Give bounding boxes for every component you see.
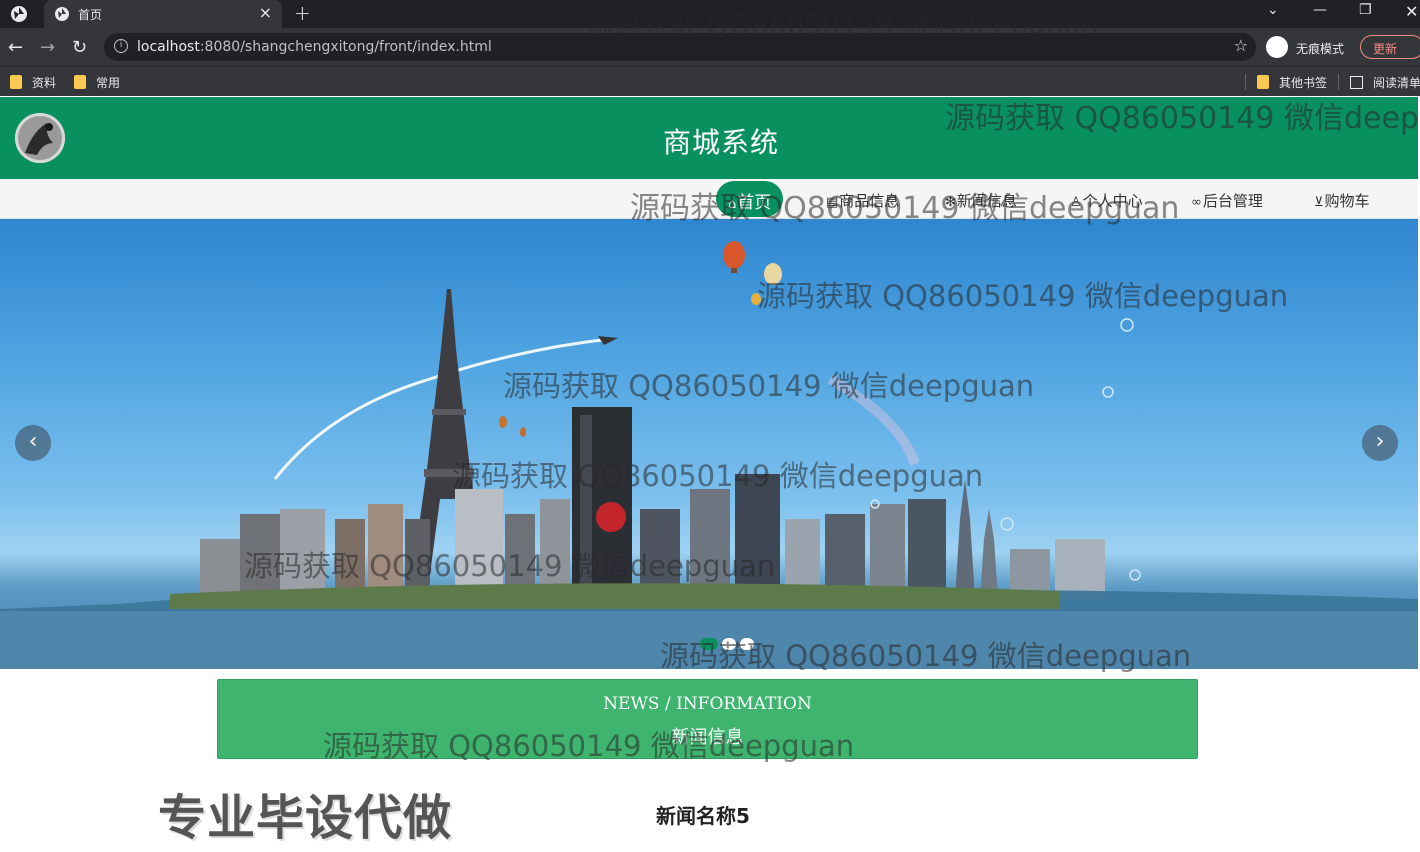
nav-cart[interactable]: ⊻购物车 xyxy=(1314,190,1370,211)
browser-tab-strip: 首页 × + ⌄ — ❐ ✕ xyxy=(0,0,1420,28)
window-close-icon[interactable]: ✕ xyxy=(1405,2,1418,21)
tab-search-icon[interactable]: ⌄ xyxy=(1267,2,1279,18)
news-section-header: NEWS / INFORMATION 新闻信息 xyxy=(217,679,1198,759)
carousel-dot[interactable] xyxy=(700,638,718,650)
browser-logo-icon xyxy=(11,6,27,22)
carousel-dot[interactable] xyxy=(722,638,736,650)
news-heading-cn: 新闻信息 xyxy=(671,727,744,748)
nav-profile[interactable]: ♙个人中心 xyxy=(1070,190,1143,211)
folder-icon xyxy=(1257,75,1269,89)
news-heading-en: NEWS / INFORMATION xyxy=(603,694,812,714)
main-nav: ⌂首页 ▤商品信息 ✻新闻信息 ♙个人中心 ∞后台管理 ⊻购物车 xyxy=(0,179,1418,219)
nav-admin[interactable]: ∞后台管理 xyxy=(1191,190,1263,211)
minimize-icon[interactable]: — xyxy=(1313,2,1327,18)
news-item-title[interactable]: 新闻名称5 xyxy=(656,800,750,829)
incognito-label: 无痕模式 xyxy=(1296,42,1345,56)
news-icon: ✻ xyxy=(945,195,956,210)
tab-title: 首页 xyxy=(78,8,103,22)
nav-home[interactable]: ⌂首页 xyxy=(716,181,784,217)
carousel-prev-arrow-icon[interactable]: ‹ xyxy=(15,425,51,461)
user-icon: ♙ xyxy=(1070,195,1082,210)
update-button[interactable]: 更新 xyxy=(1360,35,1420,59)
browser-toolbar: ← → ↻ i localhost:8080/shangchengxitong/… xyxy=(0,28,1420,66)
carousel-next-arrow-icon[interactable]: › xyxy=(1362,425,1398,461)
site-info-icon[interactable]: i xyxy=(114,39,128,53)
folder-icon xyxy=(74,75,86,89)
carousel-dot[interactable] xyxy=(740,638,754,650)
tab-close-icon[interactable]: × xyxy=(259,3,272,22)
reading-list[interactable]: 阅读清单 xyxy=(1350,74,1420,90)
bookmarks-bar: 资料 常用 其他书签 阅读清单 xyxy=(0,66,1420,96)
bookmark-separator xyxy=(1245,74,1246,90)
bookmark-folder-2[interactable]: 常用 xyxy=(74,74,120,90)
promo-overlay-text: 专业毕设代做 xyxy=(158,790,453,846)
tab-favicon-icon xyxy=(55,7,69,21)
reload-icon[interactable]: ↻ xyxy=(72,37,87,58)
folder-icon xyxy=(10,75,22,89)
new-tab-icon[interactable]: + xyxy=(294,1,311,25)
back-icon[interactable]: ← xyxy=(8,37,23,58)
reading-list-icon xyxy=(1350,76,1363,89)
site-title: 商城系统 xyxy=(662,126,779,159)
bookmark-separator xyxy=(1338,74,1339,90)
goods-icon: ▤ xyxy=(826,195,839,210)
nav-goods[interactable]: ▤商品信息 xyxy=(826,190,899,211)
carousel-indicators xyxy=(700,635,758,650)
bookmark-folder-1[interactable]: 资料 xyxy=(10,74,56,90)
forward-icon[interactable]: → xyxy=(40,37,55,58)
link-icon: ∞ xyxy=(1191,195,1202,210)
bookmark-star-icon[interactable]: ☆ xyxy=(1234,36,1248,55)
active-tab[interactable]: 首页 × xyxy=(44,0,282,28)
incognito-icon xyxy=(1266,36,1288,58)
screen: 首页 × + ⌄ — ❐ ✕ ← → ↻ i localhost:8080/sh… xyxy=(0,0,1420,852)
url-text: localhost:8080/shangchengxitong/front/in… xyxy=(137,39,492,55)
cart-icon: ⊻ xyxy=(1314,195,1324,210)
home-icon: ⌂ xyxy=(728,197,737,212)
other-bookmarks[interactable]: 其他书签 xyxy=(1257,74,1327,90)
site-header: 商城系统 xyxy=(0,97,1418,179)
restore-icon[interactable]: ❐ xyxy=(1359,2,1372,18)
carousel-image xyxy=(0,241,1418,669)
nav-news[interactable]: ✻新闻信息 xyxy=(945,190,1017,211)
click-highlight-marker xyxy=(596,502,626,532)
address-bar[interactable]: i localhost:8080/shangchengxitong/front/… xyxy=(104,33,1256,61)
banner-carousel[interactable]: ‹ › xyxy=(0,219,1418,669)
